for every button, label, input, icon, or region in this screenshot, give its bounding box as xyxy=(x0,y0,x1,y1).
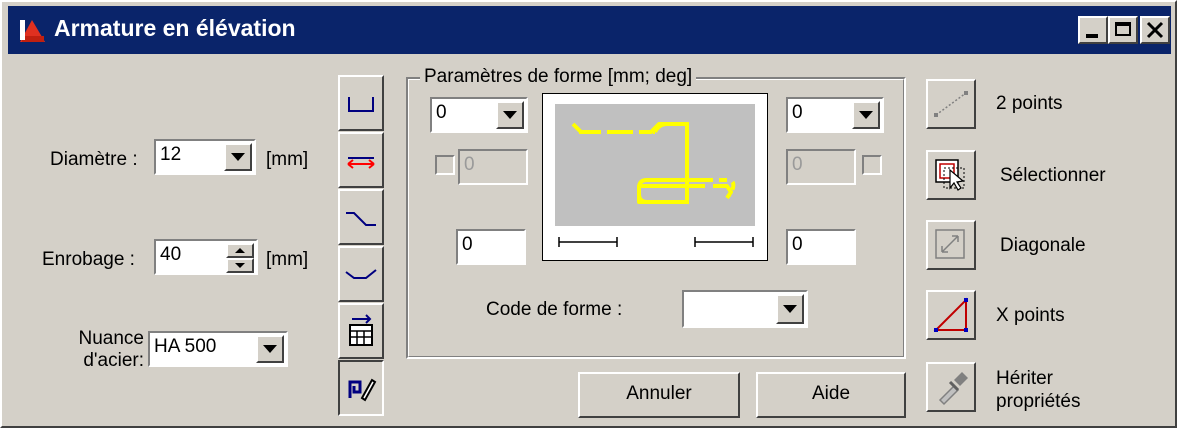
x-points-icon xyxy=(933,297,968,332)
shape-edit-button[interactable] xyxy=(338,360,384,416)
bottom-right-field[interactable]: 0 xyxy=(786,229,856,265)
shape-u-button[interactable] xyxy=(338,75,384,131)
spin-up-button[interactable] xyxy=(226,243,254,258)
nuance-label-line2: d'acier: xyxy=(83,350,144,371)
window-title: Armature en élévation xyxy=(54,15,296,41)
edit-shape-icon xyxy=(348,378,377,402)
diametre-value: 12 xyxy=(160,144,182,165)
shape-table-button[interactable] xyxy=(338,303,384,359)
select-icon xyxy=(935,159,965,191)
top-right-value: 0 xyxy=(792,102,803,123)
two-points-icon xyxy=(934,91,968,117)
select-label: Sélectionner xyxy=(1000,165,1106,186)
nuance-combo[interactable]: HA 500 xyxy=(148,331,288,367)
code-forme-label: Code de forme : xyxy=(486,299,623,320)
shape-preview-canvas xyxy=(555,104,755,226)
close-icon xyxy=(1146,21,1164,39)
v-line-icon xyxy=(345,269,377,279)
diametre-unit: [mm] xyxy=(266,149,309,170)
step-line-icon xyxy=(346,212,376,226)
enrobage-unit: [mm] xyxy=(266,249,309,270)
u-shape-icon xyxy=(348,97,374,112)
diagonal-label: Diagonale xyxy=(1000,235,1086,256)
close-button[interactable] xyxy=(1140,16,1170,44)
red-arrows-icon xyxy=(347,157,375,169)
diagonal-button[interactable] xyxy=(926,220,976,270)
nuance-value: HA 500 xyxy=(154,336,217,357)
left-checkbox[interactable] xyxy=(435,155,455,175)
aide-button[interactable]: Aide xyxy=(756,372,906,418)
diametre-label: Diamètre : xyxy=(50,149,138,170)
dialog-window: Armature en élévation Diamètre : 12 [mm]… xyxy=(0,0,1177,428)
x-points-button[interactable] xyxy=(926,290,976,340)
left-disabled-field: 0 xyxy=(458,149,528,185)
bottom-left-field[interactable]: 0 xyxy=(456,229,526,265)
shape-v-button[interactable] xyxy=(338,246,384,302)
inherit-label-line1: Hériter xyxy=(996,368,1054,389)
app-icon xyxy=(18,16,48,44)
x-points-label: X points xyxy=(996,305,1065,326)
chevron-down-icon[interactable] xyxy=(224,143,252,171)
right-checkbox[interactable] xyxy=(862,155,882,175)
two-points-label: 2 points xyxy=(996,93,1063,114)
diagonal-icon xyxy=(935,229,965,259)
minimize-icon xyxy=(1086,34,1098,38)
shape-arrows-button[interactable] xyxy=(338,132,384,188)
code-forme-combo[interactable] xyxy=(682,290,808,328)
shape-params-title: Paramètres de forme [mm; deg] xyxy=(420,66,697,88)
dimension-marks-icon xyxy=(558,237,754,247)
annuler-button[interactable]: Annuler xyxy=(578,372,740,418)
maximize-button[interactable] xyxy=(1108,16,1138,44)
title-bar[interactable]: Armature en élévation xyxy=(8,6,1171,54)
enrobage-spinner[interactable]: 40 xyxy=(154,239,258,275)
inherit-label-line2: propriétés xyxy=(996,391,1081,412)
maximize-icon xyxy=(1115,22,1131,36)
enrobage-value: 40 xyxy=(160,244,182,265)
enrobage-label: Enrobage : xyxy=(42,249,135,270)
shape-preview-panel xyxy=(542,93,768,261)
arrow-down-icon xyxy=(235,263,245,268)
right-disabled-value: 0 xyxy=(792,154,803,175)
chevron-down-icon[interactable] xyxy=(776,294,804,324)
rebar-shape-icon xyxy=(571,122,736,204)
diametre-combo[interactable]: 12 xyxy=(154,139,256,175)
inherit-properties-button[interactable] xyxy=(926,362,976,412)
left-disabled-value: 0 xyxy=(464,154,475,175)
nuance-label-line1: Nuance xyxy=(78,328,145,349)
shape-step-button[interactable] xyxy=(338,189,384,245)
table-icon xyxy=(349,314,373,346)
arrow-up-icon xyxy=(235,248,245,253)
chevron-down-icon[interactable] xyxy=(852,101,880,129)
two-points-button[interactable] xyxy=(926,79,976,129)
chevron-down-icon[interactable] xyxy=(496,101,524,129)
spin-down-button[interactable] xyxy=(226,258,254,273)
right-disabled-field: 0 xyxy=(786,149,856,185)
chevron-down-icon[interactable] xyxy=(256,335,284,363)
eyedropper-icon xyxy=(938,372,968,406)
bottom-left-value: 0 xyxy=(462,234,473,255)
top-right-combo[interactable]: 0 xyxy=(786,97,884,133)
minimize-button[interactable] xyxy=(1078,16,1108,44)
bottom-right-value: 0 xyxy=(792,234,803,255)
top-left-combo[interactable]: 0 xyxy=(430,97,528,133)
top-left-value: 0 xyxy=(436,102,447,123)
select-button[interactable] xyxy=(926,150,976,200)
